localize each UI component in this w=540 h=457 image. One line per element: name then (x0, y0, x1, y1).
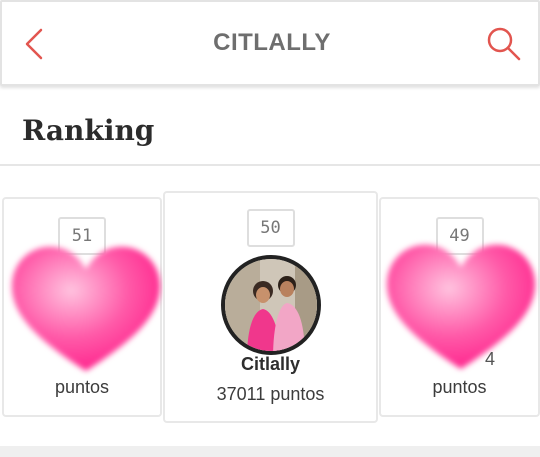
search-icon (487, 27, 521, 61)
ranking-card-51[interactable]: 51 puntos (2, 197, 162, 417)
ranking-header: Ranking (0, 96, 540, 166)
heart-icon (386, 244, 536, 369)
ranking-card-49[interactable]: 49 4 puntos (379, 197, 540, 417)
rank-badge: 50 (246, 209, 295, 247)
section-title: Ranking (22, 114, 155, 147)
avatar (221, 255, 321, 355)
chevron-left-icon (25, 28, 43, 60)
heart-icon (11, 246, 161, 371)
bottom-divider (0, 446, 540, 457)
profile-photo (225, 259, 317, 351)
ranking-card-50[interactable]: 50 Citlally 37011 puntos (163, 191, 378, 423)
back-button[interactable] (16, 26, 52, 62)
user-name: Citlally (240, 354, 301, 374)
points-label: 37011 puntos (216, 384, 325, 404)
points-label: puntos (432, 377, 487, 397)
search-button[interactable] (484, 24, 524, 64)
app-bar: CITLALLY (0, 0, 540, 86)
points-label: puntos (54, 377, 110, 397)
partial-points: 4 (485, 349, 496, 369)
page-title: CITLALLY (213, 29, 331, 56)
